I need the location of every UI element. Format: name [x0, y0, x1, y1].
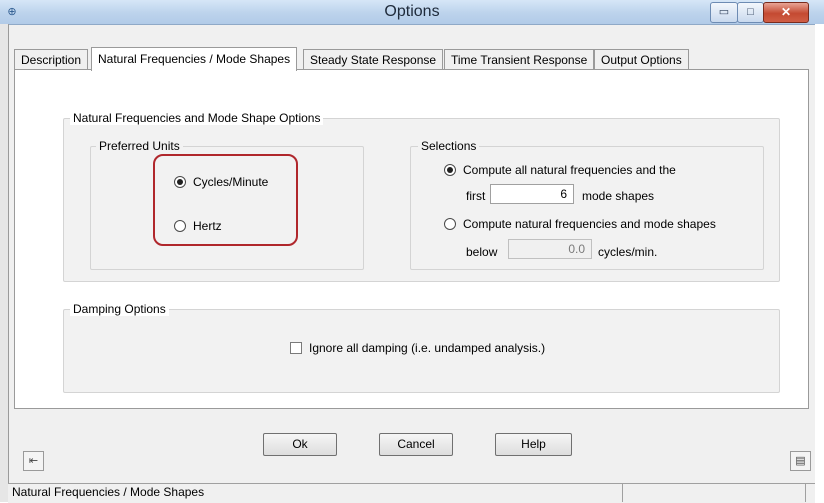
preferred-units-legend: Preferred Units — [96, 139, 183, 153]
selections-legend: Selections — [418, 139, 480, 153]
cancel-button[interactable]: Cancel — [379, 433, 453, 456]
ok-button[interactable]: Ok — [263, 433, 337, 456]
ignore-damping-label[interactable]: Ignore all damping (i.e. undamped analys… — [309, 341, 545, 355]
cycles-per-min-label: cycles/min. — [598, 245, 658, 259]
ignore-damping-checkbox[interactable] — [290, 342, 302, 354]
mode-shapes-count-input[interactable]: 6 — [490, 184, 574, 204]
window-title: Options — [384, 3, 440, 20]
tab-time-transient[interactable]: Time Transient Response — [444, 49, 595, 70]
close-button[interactable]: ✕ — [763, 2, 809, 23]
minimize-button[interactable]: ▭ — [710, 2, 738, 23]
compute-below-radio[interactable] — [444, 218, 456, 230]
window-frame-left — [0, 24, 9, 502]
tab-output-options[interactable]: Output Options — [594, 49, 689, 70]
natural-frequency-group-legend: Natural Frequencies and Mode Shape Optio… — [70, 111, 324, 125]
compute-below-label[interactable]: Compute natural frequencies and mode sha… — [463, 217, 716, 231]
below-label: below — [466, 245, 498, 259]
clipboard-icon[interactable]: ▤ — [790, 451, 811, 471]
highlight-box — [153, 154, 298, 246]
status-divider-right — [805, 484, 806, 502]
status-divider — [622, 484, 623, 502]
status-text: Natural Frequencies / Mode Shapes — [12, 485, 205, 499]
tab-natural-frequencies[interactable]: Natural Frequencies / Mode Shapes — [91, 47, 298, 71]
maximize-button[interactable]: □ — [737, 2, 764, 23]
window-frame-right — [815, 24, 824, 502]
damping-group-legend: Damping Options — [70, 302, 169, 316]
pin-icon[interactable]: ⇤ — [23, 451, 44, 471]
tab-steady-state[interactable]: Steady State Response — [303, 49, 444, 70]
cutoff-frequency-input[interactable]: 0.0 — [508, 239, 592, 259]
first-label: first — [466, 189, 486, 203]
help-button[interactable]: Help — [495, 433, 572, 456]
mode-shapes-label: mode shapes — [582, 189, 655, 203]
tab-description[interactable]: Description — [14, 49, 89, 70]
compute-all-label[interactable]: Compute all natural frequencies and the — [463, 163, 676, 177]
compute-all-radio[interactable] — [444, 164, 456, 176]
